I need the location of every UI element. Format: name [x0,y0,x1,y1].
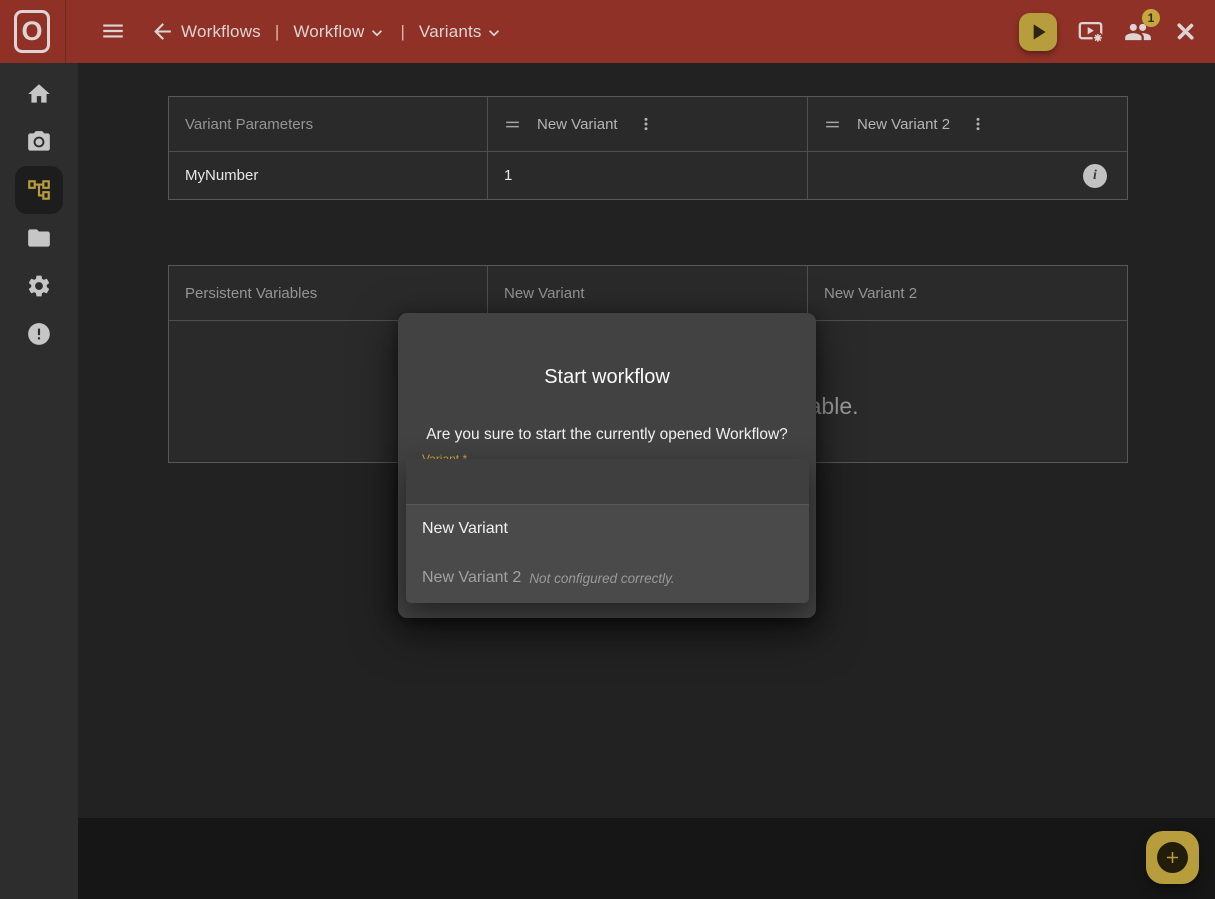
parameter-value-cell-2[interactable]: i [808,152,1127,199]
drag-handle-icon-2[interactable] [824,116,841,133]
breadcrumb-separator: | [275,22,279,42]
topbar-actions: 1 [1019,0,1199,63]
breadcrumb-variants: Variants [419,22,482,42]
sidebar-item-workflows[interactable] [15,166,63,214]
topbar-divider [65,0,66,63]
error-icon [26,321,52,347]
column-label: New Variant 2 [824,285,917,302]
variant-parameters-table: Variant Parameters New Variant New Vari [168,96,1128,200]
menu-icon[interactable] [100,18,126,44]
select-option-new-variant[interactable]: New Variant [406,505,809,553]
workflow-tree-icon [26,177,52,203]
dialog-question: Are you sure to start the currently open… [398,426,816,444]
plus-icon [1157,842,1188,873]
sidebar-item-files[interactable] [15,214,63,262]
app-logo[interactable]: O [14,10,50,53]
kebab-menu-icon-2[interactable] [968,114,988,134]
table-title: Variant Parameters [185,116,313,133]
add-button[interactable] [1146,831,1199,884]
breadcrumb-workflows[interactable]: Workflows [181,22,261,42]
info-icon[interactable]: i [1083,164,1107,188]
bottom-panel [78,818,1215,899]
column-header-new-variant: New Variant [488,266,808,320]
sidebar-item-alerts[interactable] [15,310,63,358]
sidebar-item-home[interactable] [15,70,63,118]
variants-dropdown[interactable]: Variants [419,21,504,43]
play-icon [1025,19,1051,45]
parameter-value-cell[interactable]: 1 [488,152,808,199]
table-title: Persistent Variables [185,285,317,302]
column-label: New Variant [504,285,585,302]
option-label: New Variant [422,520,508,538]
column-header-new-variant-2: New Variant 2 [808,266,1127,320]
users-button[interactable]: 1 [1124,18,1152,46]
select-option-new-variant-2[interactable]: New Variant 2 Not configured correctly. [406,553,809,603]
kebab-menu-icon[interactable] [636,114,656,134]
option-label: New Variant 2 [422,569,521,587]
parameter-value: 1 [504,167,512,184]
main-content: Variant Parameters New Variant New Vari [78,63,1215,899]
variant-parameters-header-row: Variant Parameters New Variant New Vari [169,97,1127,152]
folder-icon [26,225,52,251]
select-option-blank[interactable] [406,459,809,505]
breadcrumb-workflow: Workflow [293,22,364,42]
construction-tools-icon[interactable] [1172,18,1199,45]
persistent-variables-title-cell: Persistent Variables [169,266,488,320]
table-row: MyNumber 1 i [169,152,1127,199]
home-icon [26,81,52,107]
parameter-name-cell: MyNumber [169,152,488,199]
user-count-badge: 1 [1142,9,1160,27]
dialog-title: Start workflow [398,366,816,389]
variant-select-menu: New Variant New Variant 2 Not configured… [406,459,809,603]
app-window: O Workflows | Workflow | Variants [0,0,1215,899]
column-label: New Variant [537,116,618,133]
left-sidebar [0,63,78,899]
chevron-down-icon [367,23,387,43]
app-logo-letter: O [21,18,42,45]
variant-parameters-title-cell: Variant Parameters [169,97,488,151]
column-label: New Variant 2 [857,116,950,133]
back-arrow-icon[interactable] [150,19,175,44]
sidebar-item-settings[interactable] [15,262,63,310]
start-workflow-button[interactable] [1019,13,1057,51]
breadcrumb: Workflows | Workflow | Variants [181,0,504,63]
drag-handle-icon[interactable] [504,116,521,133]
workflow-dropdown[interactable]: Workflow [293,21,386,43]
camera-icon [26,129,52,155]
column-header-new-variant: New Variant [488,97,808,151]
sidebar-item-camera[interactable] [15,118,63,166]
parameter-name: MyNumber [185,167,258,184]
top-app-bar: O Workflows | Workflow | Variants [0,0,1215,63]
option-note: Not configured correctly. [529,571,674,586]
chevron-down-icon-2 [484,23,504,43]
breadcrumb-separator-2: | [401,22,405,42]
gear-icon [26,273,52,299]
column-header-new-variant-2: New Variant 2 [808,97,1127,151]
video-settings-icon[interactable] [1077,18,1104,45]
